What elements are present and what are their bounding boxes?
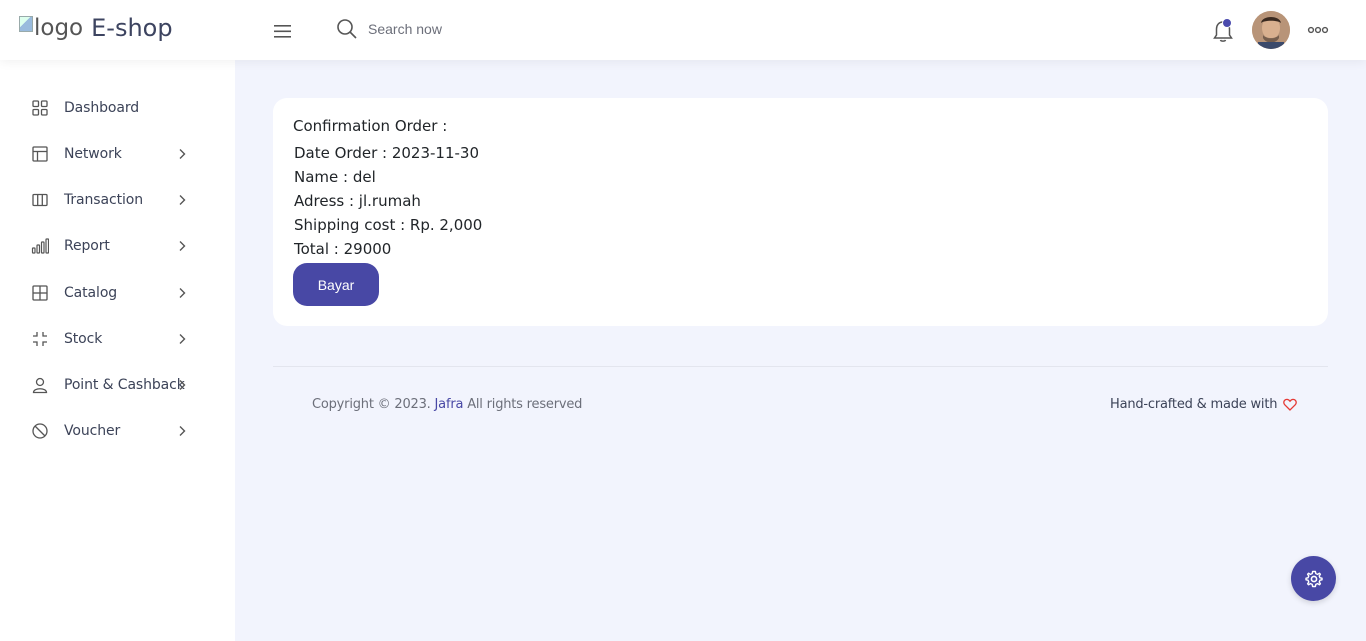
chevron-right-icon [179,380,186,390]
sidebar-item-label: Report [64,238,110,254]
brand-name: E-shop [91,14,173,42]
minimize-icon [33,332,47,346]
company-link[interactable]: Jafra [435,397,464,412]
sidebar-item-report[interactable]: Report [0,226,235,266]
sidebar-item-label: Dashboard [64,100,140,116]
order-date: Date Order : 2023-11-30 [294,144,480,162]
logo-image: logo [19,15,83,41]
footer-divider [273,366,1328,367]
sidebar-item-label: Transaction [64,192,143,208]
notification-dot [1222,18,1232,28]
sidebar-item-voucher[interactable]: Voucher [0,411,235,451]
chevron-right-icon [179,241,186,251]
user-icon [32,377,48,394]
avatar-image [1252,11,1290,49]
slash-icon [32,423,48,439]
notification-button[interactable] [1212,18,1234,44]
sidebar: Dashboard Network Transaction Report Cat… [0,60,235,641]
copyright-prefix: Copyright © 2023. [312,397,431,412]
chevron-right-icon [179,195,186,205]
sidebar-item-label: Catalog [64,285,118,301]
hamburger-icon [274,25,291,38]
more-options-button[interactable] [1307,23,1329,37]
footer-crafted: Hand-crafted & made with [1110,397,1298,412]
chevron-right-icon [179,426,186,436]
sidebar-item-catalog[interactable]: Catalog [0,273,235,313]
order-name: Name : del [294,168,376,186]
chevron-right-icon [179,288,186,298]
pay-button[interactable]: Bayar [293,263,379,306]
order-total: Total : 29000 [294,240,392,258]
sidebar-item-label: Point & Cashback [64,377,185,393]
grid-icon [32,100,48,116]
gear-icon [1304,570,1323,587]
sidebar-item-point-cashback[interactable]: Point & Cashback [0,365,235,405]
chevron-right-icon [179,149,186,159]
settings-button[interactable] [1291,556,1336,601]
top-header: logo E-shop [0,0,1366,60]
footer-copyright: Copyright © 2023. Jafra All rights reser… [312,397,582,412]
sidebar-item-label: Voucher [64,423,121,439]
bar-chart-icon [31,238,49,254]
sidebar-item-transaction[interactable]: Transaction [0,180,235,220]
sidebar-item-dashboard[interactable]: Dashboard [0,88,235,128]
crafted-text: Hand-crafted & made with [1110,397,1278,412]
sidebar-item-label: Stock [64,331,103,347]
layout-icon [32,146,48,162]
sidebar-item-label: Network [64,146,122,162]
broken-image-icon [19,16,33,32]
order-shipping-cost: Shipping cost : Rp. 2,000 [294,216,483,234]
chevron-right-icon [179,334,186,344]
heart-icon [1283,398,1298,411]
card-title: Confirmation Order : [293,117,448,135]
columns-icon [32,193,48,207]
menu-toggle-button[interactable] [272,21,294,41]
order-confirmation-card: Confirmation Order : Date Order : 2023-1… [273,98,1328,326]
brand[interactable]: logo E-shop [19,14,173,42]
order-address: Adress : jl.rumah [294,192,421,210]
search-bar [336,18,568,40]
sidebar-item-stock[interactable]: Stock [0,319,235,359]
copyright-suffix: All rights reserved [467,397,583,412]
user-avatar[interactable] [1252,11,1290,49]
sidebar-item-network[interactable]: Network [0,134,235,174]
search-icon[interactable] [336,18,358,40]
logo-alt-text: logo [34,15,84,41]
table-icon [32,285,48,301]
search-input[interactable] [368,21,568,37]
more-horizontal-icon [1307,26,1329,34]
